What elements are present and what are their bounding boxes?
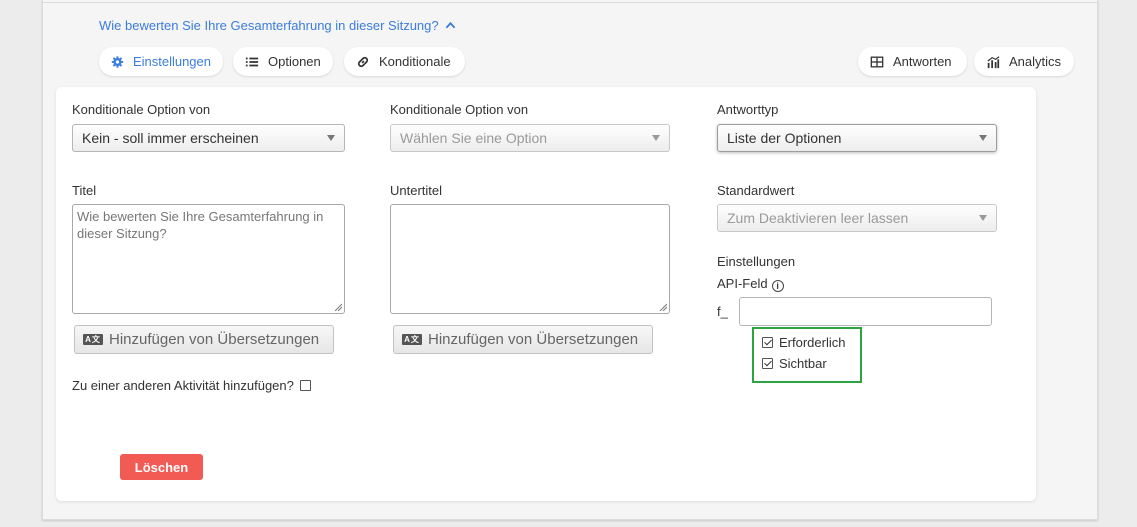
required-label: Erforderlich xyxy=(779,335,846,350)
resize-grip-icon[interactable] xyxy=(334,303,342,311)
conditional-option-label: Konditionale Option von xyxy=(72,102,211,117)
resize-grip-icon[interactable] xyxy=(659,303,667,311)
caret-down-icon xyxy=(327,135,335,141)
translate-icon: A文 xyxy=(402,334,422,345)
question-title[interactable]: Wie bewerten Sie Ihre Gesamterfahrung in… xyxy=(99,18,439,33)
delete-button[interactable]: Löschen xyxy=(120,454,203,480)
translate-icon: A文 xyxy=(83,334,103,345)
answer-type-label: Antworttyp xyxy=(717,102,779,117)
visible-option[interactable]: Sichtbar xyxy=(762,356,827,371)
add-translations-button-title[interactable]: A文 Hinzufügen von Übersetzungen xyxy=(74,325,334,354)
tab-options[interactable]: Optionen xyxy=(233,47,333,76)
default-value-select[interactable]: Zum Deaktivieren leer lassen xyxy=(717,204,997,232)
tab-analytics-label: Analytics xyxy=(1009,54,1062,69)
table-icon xyxy=(870,56,884,67)
title-textarea-value: Wie bewerten Sie Ihre Gesamterfahrung in… xyxy=(77,209,324,241)
api-field-label: API-Feld xyxy=(717,276,768,291)
add-translations-label: Hinzufügen von Übersetzungen xyxy=(109,331,320,348)
tab-answers-label: Antworten xyxy=(893,54,952,69)
required-checkbox[interactable] xyxy=(762,337,773,348)
subtitle-label: Untertitel xyxy=(390,183,443,198)
tab-conditionals-label: Konditionale xyxy=(379,54,451,69)
tab-answers[interactable]: Antworten xyxy=(858,47,967,76)
add-translations-button-subtitle[interactable]: A文 Hinzufügen von Übersetzungen xyxy=(393,325,653,354)
caret-down-icon xyxy=(652,135,660,141)
add-to-other-label: Zu einer anderen Aktivität hinzufügen? xyxy=(72,378,294,393)
caret-down-icon xyxy=(979,135,987,141)
tab-conditionals[interactable]: Konditionale xyxy=(344,47,465,76)
api-field-prefix: f_ xyxy=(717,304,728,319)
chart-icon xyxy=(987,55,1000,68)
answer-type-value: Liste der Optionen xyxy=(727,130,842,146)
add-to-other-checkbox[interactable] xyxy=(299,380,311,391)
gear-icon xyxy=(111,55,124,68)
link-icon xyxy=(357,56,369,67)
visible-label: Sichtbar xyxy=(779,356,827,371)
list-icon xyxy=(245,57,259,66)
divider xyxy=(43,2,1097,3)
conditional-option-2-select[interactable]: Wählen Sie eine Option xyxy=(390,124,670,152)
settings-card: Konditionale Option von Kein - soll imme… xyxy=(56,87,1036,501)
add-translations-label: Hinzufügen von Übersetzungen xyxy=(428,331,639,348)
add-to-other-activity[interactable]: Zu einer anderen Aktivität hinzufügen? xyxy=(72,378,311,393)
answer-type-select[interactable]: Liste der Optionen xyxy=(717,124,997,152)
caret-down-icon xyxy=(979,215,987,221)
tab-settings[interactable]: Einstellungen xyxy=(99,47,223,76)
tab-analytics[interactable]: Analytics xyxy=(974,47,1074,76)
conditional-option-select[interactable]: Kein - soll immer erscheinen xyxy=(72,124,345,152)
chevron-up-icon[interactable] xyxy=(445,20,456,31)
question-header[interactable]: Wie bewerten Sie Ihre Gesamterfahrung in… xyxy=(99,18,456,33)
api-field-label-row: API-Feld i xyxy=(717,276,784,292)
tab-settings-label: Einstellungen xyxy=(132,54,211,69)
info-icon[interactable]: i xyxy=(771,280,784,292)
conditional-option-2-placeholder: Wählen Sie eine Option xyxy=(400,130,548,146)
title-textarea[interactable]: Wie bewerten Sie Ihre Gesamterfahrung in… xyxy=(72,204,345,314)
subtitle-textarea[interactable] xyxy=(390,204,670,314)
conditional-option-2-label: Konditionale Option von xyxy=(390,102,529,117)
title-label: Titel xyxy=(72,183,97,198)
default-value-placeholder: Zum Deaktivieren leer lassen xyxy=(727,210,909,226)
visible-checkbox[interactable] xyxy=(762,358,773,369)
default-value-label: Standardwert xyxy=(717,183,795,198)
required-option[interactable]: Erforderlich xyxy=(762,335,845,350)
tab-options-label: Optionen xyxy=(268,54,321,69)
api-field-input[interactable] xyxy=(739,297,992,326)
conditional-option-value: Kein - soll immer erscheinen xyxy=(82,130,259,146)
settings-heading: Einstellungen xyxy=(717,254,796,269)
